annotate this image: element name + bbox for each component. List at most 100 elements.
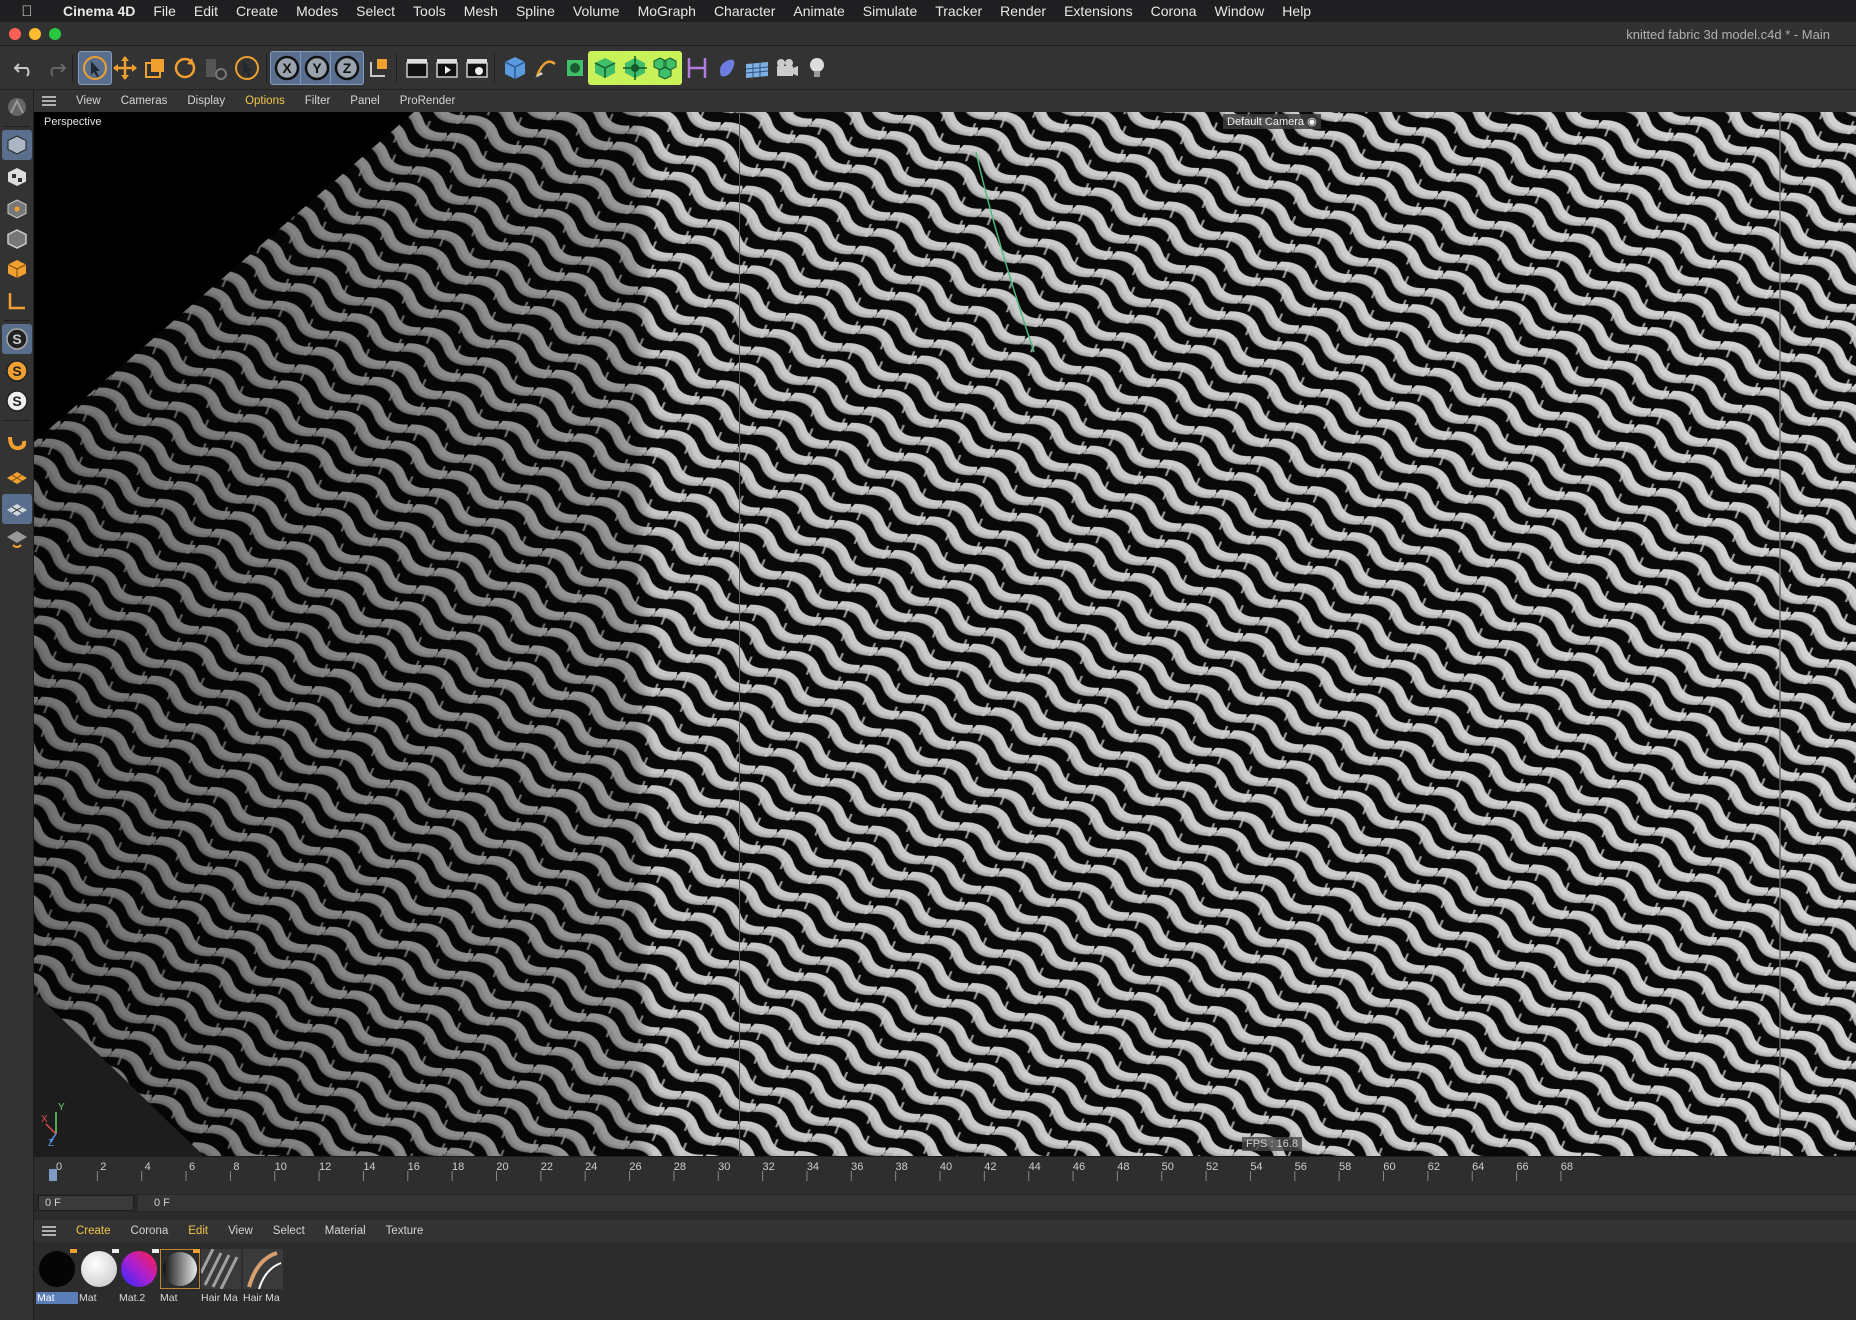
magnet-tool-button[interactable] bbox=[2, 426, 32, 456]
axis-mode-button[interactable] bbox=[2, 286, 32, 316]
material-swatch[interactable]: Mat.2 bbox=[118, 1248, 160, 1308]
planar-workplane-button[interactable] bbox=[2, 524, 32, 554]
z-axis-lock-button[interactable]: Z bbox=[330, 51, 364, 85]
snap-settings-button[interactable]: S bbox=[2, 356, 32, 386]
material-menu-view[interactable]: View bbox=[218, 1225, 263, 1237]
material-swatch[interactable]: Hair Ma bbox=[200, 1248, 242, 1308]
menu-help[interactable]: Help bbox=[1273, 3, 1320, 19]
menu-select[interactable]: Select bbox=[347, 3, 404, 19]
points-mode-button[interactable] bbox=[2, 194, 32, 224]
material-swatch[interactable]: Hair Ma bbox=[242, 1248, 284, 1308]
undo-button[interactable] bbox=[8, 51, 42, 85]
viewport-hamburger-icon[interactable] bbox=[42, 94, 56, 108]
snap-workplane-button[interactable]: S bbox=[2, 386, 32, 416]
current-frame-field[interactable]: 0 F bbox=[38, 1195, 134, 1211]
material-menu-texture[interactable]: Texture bbox=[376, 1225, 434, 1237]
material-menu-create[interactable]: Create bbox=[66, 1225, 121, 1237]
coordinate-system-button[interactable] bbox=[362, 51, 396, 85]
axis-mode-icon bbox=[8, 293, 25, 310]
viewport-camera-label[interactable]: Default Camera ◉ bbox=[1223, 114, 1321, 129]
viewport-menu-filter[interactable]: Filter bbox=[295, 95, 341, 107]
menu-volume[interactable]: Volume bbox=[564, 3, 629, 19]
y-axis-lock-button[interactable]: Y bbox=[300, 51, 334, 85]
material-menu-material[interactable]: Material bbox=[315, 1225, 376, 1237]
material-swatch[interactable]: Mat bbox=[78, 1248, 120, 1308]
menu-tools[interactable]: Tools bbox=[404, 3, 455, 19]
material-swatch[interactable]: Mat bbox=[36, 1248, 78, 1308]
pen-spline-button[interactable] bbox=[528, 51, 562, 85]
subdivision-surface-button[interactable] bbox=[558, 51, 592, 85]
x-axis-lock-button[interactable]: X bbox=[270, 51, 304, 85]
menu-tracker[interactable]: Tracker bbox=[926, 3, 991, 19]
frame-ruler[interactable]: 0 2 4 6 8 10 12 14 16 18 20 22 24 26 28 30 32 34 36 38 40 42 4… bbox=[34, 1157, 1856, 1181]
light-button[interactable] bbox=[800, 51, 834, 85]
deformer-button[interactable] bbox=[618, 51, 652, 85]
render-picture-viewer-button[interactable] bbox=[430, 51, 464, 85]
app-menu[interactable]: Cinema 4D bbox=[54, 3, 144, 19]
camera-button[interactable] bbox=[770, 51, 804, 85]
viewport-menu-options[interactable]: Options bbox=[235, 95, 295, 107]
render-settings-button[interactable] bbox=[460, 51, 494, 85]
add-cube-button[interactable] bbox=[498, 51, 532, 85]
render-view-button[interactable] bbox=[400, 51, 434, 85]
menu-window[interactable]: Window bbox=[1206, 3, 1274, 19]
apple-icon[interactable]:  bbox=[0, 3, 54, 20]
model-mode-button[interactable] bbox=[2, 130, 32, 160]
move-tool-button[interactable] bbox=[108, 51, 142, 85]
polygons-mode-button[interactable] bbox=[2, 254, 32, 284]
menu-corona[interactable]: Corona bbox=[1142, 3, 1206, 19]
move-selection-tool-button[interactable] bbox=[78, 51, 112, 85]
minimize-window-button[interactable] bbox=[29, 28, 41, 40]
material-menu-corona[interactable]: Corona bbox=[121, 1225, 179, 1237]
generator-button[interactable] bbox=[588, 51, 622, 85]
locked-workplane-button[interactable] bbox=[2, 494, 32, 524]
menu-render[interactable]: Render bbox=[991, 3, 1055, 19]
menu-animate[interactable]: Animate bbox=[784, 3, 853, 19]
material-swatch[interactable]: Mat bbox=[159, 1248, 201, 1308]
rotate-tool-button[interactable] bbox=[168, 51, 202, 85]
menu-simulate[interactable]: Simulate bbox=[854, 3, 926, 19]
maximize-window-button[interactable] bbox=[49, 28, 61, 40]
ruler-tick-label: 54 bbox=[1250, 1161, 1263, 1173]
close-window-button[interactable] bbox=[9, 28, 21, 40]
menu-file[interactable]: File bbox=[144, 3, 185, 19]
viewport-projection-label[interactable]: Perspective bbox=[44, 116, 101, 128]
recent-tool-button[interactable] bbox=[198, 51, 232, 85]
deform-button[interactable] bbox=[710, 51, 744, 85]
viewport-menu-prorender[interactable]: ProRender bbox=[390, 95, 466, 107]
scale-tool-button[interactable] bbox=[138, 51, 172, 85]
ruler-tick-label: 40 bbox=[939, 1161, 953, 1173]
ruler-tick-label: 38 bbox=[895, 1161, 908, 1173]
texture-mode-button[interactable] bbox=[2, 162, 32, 192]
make-editable-button[interactable] bbox=[2, 92, 32, 122]
end-frame-field[interactable]: 0 F bbox=[138, 1195, 1856, 1211]
edges-mode-button[interactable] bbox=[2, 224, 32, 254]
menu-mograph[interactable]: MoGraph bbox=[629, 3, 705, 19]
viewport-menu-view[interactable]: View bbox=[66, 95, 111, 107]
menu-modes[interactable]: Modes bbox=[287, 3, 347, 19]
y-axis-icon: Y bbox=[304, 55, 330, 81]
scale-icon bbox=[145, 59, 164, 78]
viewport-menu-panel[interactable]: Panel bbox=[340, 95, 389, 107]
field-button[interactable] bbox=[680, 51, 714, 85]
material-hamburger-icon[interactable] bbox=[42, 1224, 56, 1238]
material-menu-edit[interactable]: Edit bbox=[178, 1225, 218, 1237]
menu-character[interactable]: Character bbox=[705, 3, 784, 19]
live-selection-button[interactable] bbox=[230, 51, 264, 85]
menu-extensions[interactable]: Extensions bbox=[1055, 3, 1141, 19]
timeline-ruler[interactable]: 0 2 4 6 8 10 12 14 16 18 20 22 24 26 28 30 32 34 36 38 40 42 4… bbox=[34, 1156, 1856, 1194]
perspective-viewport[interactable]: Perspective Default Camera ◉ Y X Z FPS :… bbox=[34, 112, 1856, 1156]
workplane-grid-icon bbox=[7, 504, 27, 516]
redo-button[interactable] bbox=[38, 51, 72, 85]
floor-button[interactable] bbox=[740, 51, 774, 85]
viewport-menu-cameras[interactable]: Cameras bbox=[111, 95, 178, 107]
snap-enable-button[interactable]: S bbox=[2, 324, 32, 354]
menu-spline[interactable]: Spline bbox=[507, 3, 564, 19]
workplane-button[interactable] bbox=[2, 462, 32, 492]
menu-create[interactable]: Create bbox=[227, 3, 287, 19]
viewport-menu-display[interactable]: Display bbox=[177, 95, 235, 107]
material-menu-select[interactable]: Select bbox=[263, 1225, 315, 1237]
menu-mesh[interactable]: Mesh bbox=[455, 3, 507, 19]
menu-edit[interactable]: Edit bbox=[185, 3, 227, 19]
cloner-button[interactable] bbox=[648, 51, 682, 85]
